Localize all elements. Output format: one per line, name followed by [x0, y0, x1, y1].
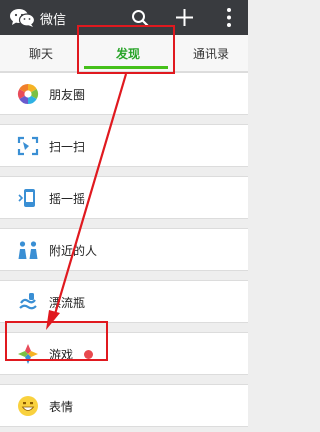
scan-icon	[17, 136, 39, 156]
shake-icon	[18, 189, 35, 207]
list-item-label: 扫一扫	[49, 140, 86, 154]
drift-bottle-icon	[19, 293, 37, 310]
list-item-stickers[interactable]: 表情	[0, 384, 248, 427]
more-vertical-icon[interactable]	[226, 7, 232, 28]
list-item-label: 表情	[49, 400, 74, 414]
wechat-logo-icon	[10, 9, 35, 27]
list-item-label: 摇一摇	[49, 192, 86, 206]
discover-list: 朋友圈 扫一扫 摇一摇 附近的人 漂流瓶 游戏 表情	[0, 72, 248, 432]
list-item-moments[interactable]: 朋友圈	[0, 72, 248, 115]
list-item-drift-bottle[interactable]: 漂流瓶	[0, 280, 248, 323]
list-item-people-nearby[interactable]: 附近的人	[0, 228, 248, 271]
list-item-scan[interactable]: 扫一扫	[0, 124, 248, 167]
list-item-label: 漂流瓶	[49, 296, 86, 310]
moments-icon	[17, 83, 39, 105]
list-item-shake[interactable]: 摇一摇	[0, 176, 248, 219]
tab-contacts[interactable]: 通讯录	[174, 35, 248, 72]
people-nearby-icon	[18, 241, 38, 259]
plus-icon[interactable]	[175, 8, 194, 27]
stickers-icon	[18, 396, 38, 416]
app-title: 微信	[40, 13, 67, 28]
annotation-box-discover-tab	[77, 25, 175, 74]
list-item-label: 朋友圈	[49, 88, 86, 102]
annotation-box-games-item	[5, 321, 108, 361]
list-item-label: 附近的人	[49, 244, 98, 258]
tab-chats[interactable]: 聊天	[0, 35, 82, 72]
